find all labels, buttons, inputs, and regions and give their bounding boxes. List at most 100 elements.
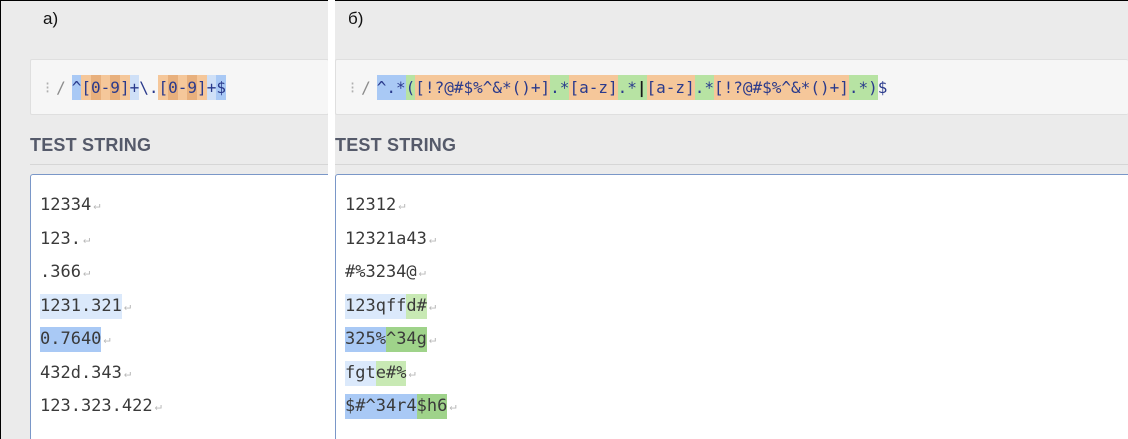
- regex-token: ]: [119, 74, 130, 100]
- line-text: 12321a43: [345, 228, 427, 249]
- panel-b: б) ⁝ / ^. *([!?@#$%^&*()+]. * [a-z]. * | [a-z].…: [335, 0, 1128, 439]
- regex-token: \.: [139, 77, 159, 97]
- regex-token: .: [386, 74, 397, 100]
- test-line: #%3234@ ↵: [345, 258, 457, 292]
- regex-token: ^: [376, 74, 387, 100]
- regex-token: [: [158, 74, 169, 100]
- regex-token: -: [177, 74, 188, 100]
- regex-token: ]: [197, 74, 207, 100]
- regex-token: .: [694, 74, 705, 100]
- regex-token: (: [405, 74, 416, 100]
- match-highlight: e#%: [375, 360, 407, 386]
- regex-token: [a-z]: [569, 74, 618, 100]
- regex-token: 9: [187, 74, 198, 100]
- return-icon: ↵: [82, 231, 91, 246]
- regex-token: *: [858, 74, 869, 100]
- match-highlight: fgt: [345, 360, 376, 386]
- match-highlight: 325%: [345, 327, 386, 352]
- match-highlight: $h6: [416, 394, 448, 419]
- return-icon: ↵: [93, 198, 101, 212]
- return-icon: ↵: [154, 399, 162, 413]
- drag-handle-icon: ⁝: [45, 77, 51, 97]
- test-line: 325%^34g ↵: [345, 325, 457, 359]
- regex-token: [!?@#$%^&*()+]: [713, 74, 849, 100]
- test-line: $#^34r4$h6 ↵: [345, 392, 457, 426]
- regex-token: [: [81, 74, 92, 100]
- regex-token: $: [216, 74, 226, 100]
- regex-token: -: [100, 74, 111, 100]
- regex-expression: ^. *([!?@#$%^&*()+]. * [a-z]. * | [a-z]. * [!?@#…: [376, 74, 888, 100]
- test-string-lines: 12334 ↵ 123. ↵ .366 ↵ 1231.321 ↵ 0.7640 ↵ 432d.343…: [40, 191, 162, 426]
- test-line: 123. ↵: [40, 225, 162, 259]
- line-text: 12334: [40, 195, 92, 215]
- match-highlight: 0.7640: [40, 327, 102, 352]
- test-string-title: TEST STRING: [335, 135, 457, 155]
- panel-a-label: а): [43, 9, 59, 28]
- regex-token: .: [617, 74, 628, 100]
- test-string-editor[interactable]: 12312 ↵ 12321a43 ↵ #%3234@ ↵ 123qffd# ↵ 325%^34g…: [335, 174, 1128, 439]
- return-icon: ↵: [408, 365, 416, 380]
- regex-delimiter: ⁝ /: [31, 78, 72, 97]
- return-icon: ↵: [103, 332, 111, 346]
- match-highlight: $#^34r4: [345, 394, 417, 419]
- test-line: 1231.321 ↵: [40, 292, 162, 326]
- regex-token: *: [396, 74, 406, 100]
- line-text: 123.323.422: [40, 396, 153, 416]
- divider: [30, 164, 328, 165]
- regex-token: 9: [110, 74, 120, 100]
- test-line: 123qffd# ↵: [345, 292, 457, 326]
- regex-delimiter: ⁝ /: [336, 78, 377, 97]
- return-icon: ↵: [398, 198, 406, 212]
- test-line: .366 ↵: [40, 258, 162, 292]
- regex-input[interactable]: ⁝ / ^[0-9] + \.[0-9] + $: [30, 59, 328, 115]
- regex-token: |: [636, 74, 647, 100]
- regex-token: .: [848, 74, 859, 100]
- regex-token: ): [868, 74, 878, 100]
- test-string-title: TEST STRING: [30, 135, 152, 155]
- regex-token: *: [704, 74, 714, 100]
- line-text: 123.: [40, 228, 81, 249]
- line-text: #%3234@: [345, 262, 417, 282]
- test-line: 12312 ↵: [345, 191, 457, 225]
- test-line: 432d.343 ↵: [40, 359, 162, 393]
- test-line: fgte#% ↵: [345, 359, 457, 393]
- test-line: 12321a43 ↵: [345, 225, 457, 259]
- regex-token: [!?@#$%^&*()+]: [415, 74, 551, 100]
- regex-token: .: [550, 74, 560, 100]
- regex-input[interactable]: ⁝ / ^. *([!?@#$%^&*()+]. * [a-z]. * | [a-z]. * [!…: [335, 59, 1128, 115]
- match-highlight: 1231.321: [40, 293, 122, 319]
- test-line: 123.323.422 ↵: [40, 392, 162, 426]
- divider: [335, 164, 1128, 165]
- regex-token: *: [559, 74, 570, 100]
- match-highlight: 123qff: [345, 293, 407, 319]
- test-string-editor[interactable]: 12334 ↵ 123. ↵ .366 ↵ 1231.321 ↵ 0.7640 ↵ 432d.343…: [30, 174, 328, 439]
- drag-handle-icon: ⁝: [350, 77, 356, 97]
- panel-a: а) ⁝ / ^[0-9] + \.[0-9] + $ TEST STRING 12334…: [0, 0, 328, 439]
- line-text: 12312: [345, 195, 397, 215]
- line-text: 432d.343: [40, 362, 122, 383]
- return-icon: ↵: [123, 365, 132, 380]
- regex-token: ^: [71, 74, 82, 100]
- return-icon: ↵: [428, 332, 437, 346]
- regex-slash: /: [56, 77, 66, 97]
- return-icon: ↵: [418, 265, 426, 279]
- regex-token: $: [877, 77, 888, 97]
- test-line: 12334 ↵: [40, 191, 162, 225]
- test-string-lines: 12312 ↵ 12321a43 ↵ #%3234@ ↵ 123qffd# ↵ 325%^34g…: [345, 191, 457, 426]
- regex-token: +: [206, 74, 217, 100]
- regex-slash: /: [361, 77, 371, 97]
- regex-token: +: [129, 74, 140, 100]
- regex-token: 0: [91, 74, 101, 100]
- regex-token: *: [627, 74, 637, 100]
- return-icon: ↵: [428, 231, 437, 246]
- regex-expression: ^[0-9] + \.[0-9] + $: [71, 74, 226, 100]
- match-highlight: ^34g: [385, 327, 427, 352]
- line-text: .366: [40, 262, 81, 282]
- test-line: 0.7640 ↵: [40, 325, 162, 359]
- return-icon: ↵: [123, 298, 132, 313]
- regex-token: [a-z]: [646, 74, 695, 100]
- regex-token: 0: [168, 74, 178, 100]
- panel-b-label: б): [348, 9, 364, 28]
- return-icon: ↵: [428, 298, 437, 313]
- return-icon: ↵: [449, 399, 457, 413]
